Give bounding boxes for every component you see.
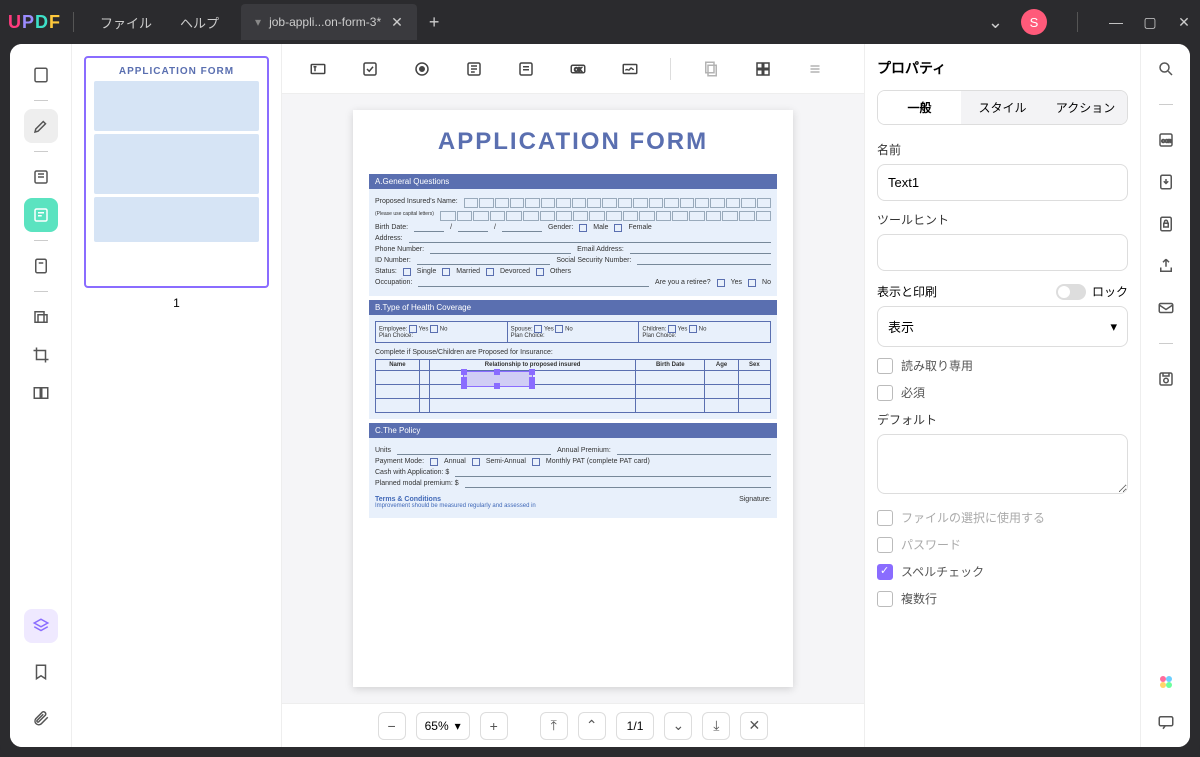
menu-file[interactable]: ファイル: [86, 13, 166, 32]
ocr-icon[interactable]: OCR: [1155, 129, 1177, 151]
ai-icon[interactable]: [1155, 671, 1177, 693]
multiline-checkbox[interactable]: 複数行: [877, 590, 1128, 607]
close-toolbar-button[interactable]: ✕: [740, 712, 768, 740]
display-select[interactable]: 表示▾: [877, 306, 1128, 347]
section-b-header: B.Type of Health Coverage: [369, 300, 777, 315]
layers-icon[interactable]: [24, 609, 58, 643]
last-page-button[interactable]: ⤓: [702, 712, 730, 740]
display-print-label: 表示と印刷: [877, 283, 937, 300]
window-minimize-button[interactable]: —: [1108, 14, 1124, 30]
svg-text:OCR: OCR: [1161, 138, 1172, 143]
tab-title: job-appli...on-form-3*: [269, 15, 381, 29]
attachment-icon[interactable]: [24, 701, 58, 735]
email-icon[interactable]: [1155, 297, 1177, 319]
thumbnails-icon[interactable]: [24, 58, 58, 92]
export-icon[interactable]: [1155, 171, 1177, 193]
align-tool-icon[interactable]: [751, 57, 775, 81]
form-toolbar: OK: [282, 44, 864, 94]
section-c-header: C.The Policy: [369, 423, 777, 438]
more-tool-icon[interactable]: [803, 57, 827, 81]
selected-form-field[interactable]: [463, 371, 533, 387]
first-page-button[interactable]: ⤒: [540, 712, 568, 740]
lock-toggle[interactable]: [1056, 284, 1086, 300]
svg-text:OK: OK: [574, 67, 582, 73]
new-tab-button[interactable]: +: [429, 12, 440, 33]
dropdown-tool-icon[interactable]: [462, 57, 486, 81]
pdf-page: APPLICATION FORM A.General Questions Pro…: [353, 110, 793, 687]
page-indicator[interactable]: 1 / 1: [616, 712, 655, 740]
save-icon[interactable]: [1155, 368, 1177, 390]
signature-tool-icon[interactable]: [618, 57, 642, 81]
properties-title: プロパティ: [877, 58, 1128, 78]
default-label: デフォルト: [877, 411, 1128, 428]
required-checkbox[interactable]: 必須: [877, 384, 1128, 401]
page-thumbnail-1[interactable]: APPLICATION FORM: [84, 56, 269, 288]
zoom-out-button[interactable]: −: [378, 712, 406, 740]
tab-close-button[interactable]: ✕: [391, 14, 403, 31]
bottom-bar: − 65%▾ + ⤒ ⌃ 1 / 1 ⌄ ⤓ ✕: [282, 703, 864, 747]
text-field-tool-icon[interactable]: [306, 57, 330, 81]
tab-general[interactable]: 一般: [878, 91, 961, 124]
tooltip-label: ツールヒント: [877, 211, 1128, 228]
tooltip-input[interactable]: [877, 234, 1128, 271]
zoom-level[interactable]: 65%▾: [416, 712, 470, 740]
edit-text-icon[interactable]: [24, 160, 58, 194]
right-tool-rail: OCR: [1140, 44, 1190, 747]
search-icon[interactable]: [1155, 58, 1177, 80]
name-label: 名前: [877, 141, 1128, 158]
zoom-in-button[interactable]: +: [480, 712, 508, 740]
window-close-button[interactable]: ✕: [1176, 14, 1192, 31]
default-textarea[interactable]: [877, 434, 1128, 494]
prev-page-button[interactable]: ⌃: [578, 712, 606, 740]
compare-icon[interactable]: [24, 376, 58, 410]
comment-icon[interactable]: [1155, 711, 1177, 733]
document-title: APPLICATION FORM: [353, 110, 793, 170]
document-tab[interactable]: ▾ job-appli...on-form-3* ✕: [241, 4, 417, 40]
password-checkbox[interactable]: パスワード: [877, 536, 1128, 553]
share-icon[interactable]: [1155, 255, 1177, 277]
organize-icon[interactable]: [24, 249, 58, 283]
readonly-checkbox[interactable]: 読み取り専用: [877, 357, 1128, 374]
thumbnail-page-number: 1: [84, 296, 269, 310]
listbox-tool-icon[interactable]: [514, 57, 538, 81]
properties-panel: プロパティ 一般 スタイル アクション 名前 ツールヒント 表示と印刷 ロック …: [864, 44, 1140, 747]
app-logo: UPDF: [8, 12, 61, 33]
button-tool-icon[interactable]: OK: [566, 57, 590, 81]
bookmark-icon[interactable]: [24, 655, 58, 689]
crop-icon[interactable]: [24, 338, 58, 372]
next-page-button[interactable]: ⌄: [664, 712, 692, 740]
tab-style[interactable]: スタイル: [961, 91, 1044, 124]
checkbox-tool-icon[interactable]: [358, 57, 382, 81]
section-a-header: A.General Questions: [369, 174, 777, 189]
menu-help[interactable]: ヘルプ: [166, 13, 233, 32]
tab-action[interactable]: アクション: [1044, 91, 1127, 124]
redact-icon[interactable]: [24, 300, 58, 334]
name-input[interactable]: [877, 164, 1128, 201]
copy-tool-icon[interactable]: [699, 57, 723, 81]
left-tool-rail: [10, 44, 72, 747]
form-mode-icon[interactable]: [24, 198, 58, 232]
tab-dropdown-icon[interactable]: ⌄: [988, 12, 1003, 33]
user-avatar[interactable]: S: [1021, 9, 1047, 35]
window-maximize-button[interactable]: ▢: [1142, 14, 1158, 31]
highlighter-icon[interactable]: [24, 109, 58, 143]
thumbnail-panel: APPLICATION FORM 1: [72, 44, 282, 747]
use-file-select-checkbox[interactable]: ファイルの選択に使用する: [877, 509, 1128, 526]
titlebar: UPDF ファイル ヘルプ ▾ job-appli...on-form-3* ✕…: [0, 0, 1200, 44]
radio-tool-icon[interactable]: [410, 57, 434, 81]
protect-icon[interactable]: [1155, 213, 1177, 235]
spellcheck-checkbox[interactable]: スペルチェック: [877, 563, 1128, 580]
